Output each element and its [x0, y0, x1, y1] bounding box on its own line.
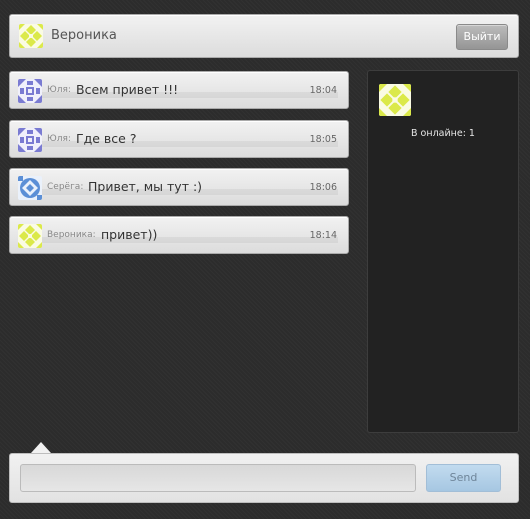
message-text: Привет, мы тут :) [88, 179, 203, 194]
message-time: 18:04 [309, 85, 337, 96]
message-composer: Send [9, 453, 519, 503]
chat-message: Юля: Где все ? 18:05 [9, 120, 349, 158]
chat-message: Вероника: привет)) 18:14 [9, 216, 349, 254]
composer-pointer [31, 442, 51, 453]
message-text: Всем привет !!! [76, 82, 179, 97]
message-time: 18:05 [309, 134, 337, 145]
chat-message: Серёга: Привет, мы тут :) 18:06 [9, 168, 349, 206]
message-input[interactable] [20, 464, 416, 492]
current-username: Вероника [51, 28, 117, 43]
message-time: 18:14 [309, 230, 337, 241]
message-time: 18:06 [309, 182, 337, 193]
message-author: Вероника: [47, 230, 96, 240]
author-avatar-icon [18, 224, 42, 248]
send-button[interactable]: Send [426, 464, 501, 492]
user-avatar-icon [19, 24, 43, 48]
message-text: привет)) [101, 227, 158, 242]
author-avatar-icon [18, 79, 42, 103]
author-avatar-icon [18, 128, 42, 152]
chat-message: Юля: Всем привет !!! 18:04 [9, 71, 349, 109]
chat-header: Вероника Выйти [9, 14, 519, 58]
message-text: Где все ? [76, 131, 137, 146]
message-author: Серёга: [47, 182, 84, 192]
author-avatar-icon [18, 176, 42, 200]
online-count: В онлайне: 1 [411, 128, 475, 139]
message-author: Юля: [47, 85, 71, 95]
logout-button[interactable]: Выйти [456, 24, 508, 50]
online-user-avatar-icon[interactable] [379, 84, 411, 116]
message-author: Юля: [47, 134, 71, 144]
online-users-panel: В онлайне: 1 [367, 70, 519, 433]
